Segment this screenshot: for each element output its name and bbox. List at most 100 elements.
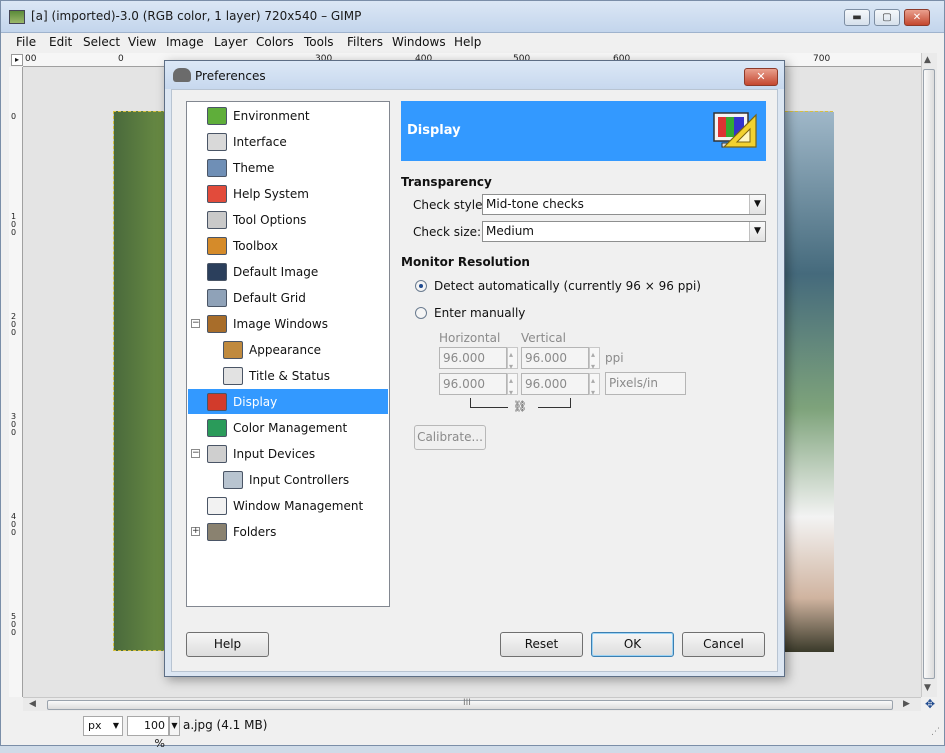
enter-manually-label[interactable]: Enter manually [434,306,525,320]
tree-item-interface[interactable]: Interface [188,129,388,154]
menu-image[interactable]: Image [166,35,204,49]
transparency-section-title: Transparency [401,175,492,189]
gimp-window-title: [a] (imported)-3.0 (RGB color, 1 layer) … [31,9,362,23]
scroll-left-icon[interactable]: ◀ [29,699,36,709]
resolution-unit-select[interactable]: Pixels/in [605,372,686,395]
tree-item-folders[interactable]: + Folders [188,519,388,544]
zoom-input[interactable]: 100 % [127,716,169,750]
vertical-resolution-input[interactable]: 96.000 [521,345,600,377]
title-status-icon [223,367,243,385]
help-button[interactable]: Help [186,632,269,657]
check-size-select[interactable]: Medium ▼ [482,221,766,242]
tree-item-input-devices[interactable]: − Input Devices [188,441,388,466]
preferences-close-button[interactable]: ✕ [744,68,778,86]
horizontal-resolution-stepper-2[interactable] [507,371,518,403]
collapse-icon[interactable]: − [191,319,200,328]
tree-item-label: Environment [233,109,310,123]
unit-select[interactable]: px ▼ [83,716,123,736]
tree-item-label: Help System [233,187,309,201]
chain-link-icon[interactable]: ⛓ [508,401,532,413]
expand-icon[interactable]: + [191,527,200,536]
scroll-up-icon[interactable]: ▲ [924,55,934,65]
tree-item-image-windows[interactable]: − Image Windows [188,311,388,336]
tree-item-label: Display [233,395,278,409]
content-header-title: Display [407,123,461,138]
scroll-grip: III [463,698,471,708]
resize-grip-icon[interactable]: ⋰ [931,727,941,737]
preferences-body: Environment Interface Theme Help System Tool… [171,89,778,672]
tree-item-default-grid[interactable]: Default Grid [188,285,388,310]
tree-item-default-image[interactable]: Default Image [188,259,388,284]
menu-tools[interactable]: Tools [304,35,334,49]
horizontal-resolution-input-2[interactable]: 96.000 [439,371,518,403]
tree-item-title-status[interactable]: Title & Status [188,363,388,388]
tree-item-display[interactable]: Display [188,389,388,414]
menu-windows[interactable]: Windows [392,35,446,49]
tree-item-help-system[interactable]: Help System [188,181,388,206]
scroll-right-icon[interactable]: ▶ [903,699,910,709]
chevron-down-icon: ▼ [112,721,119,730]
check-size-value: Medium [486,224,534,238]
vertical-label: Vertical [521,331,566,345]
help-system-icon [207,185,227,203]
detect-automatically-label[interactable]: Detect automatically (currently 96 × 96 … [434,279,701,293]
enter-manually-radio[interactable] [415,307,427,319]
preferences-category-tree[interactable]: Environment Interface Theme Help System Tool… [186,101,390,607]
preferences-dialog: Preferences ✕ Environment Interface Theme H… [164,60,785,677]
tree-item-input-controllers[interactable]: Input Controllers [188,467,388,492]
menu-view[interactable]: View [128,35,156,49]
tree-item-color-management[interactable]: Color Management [188,415,388,440]
vertical-scrollbar[interactable]: ▲ ▼ [921,53,937,697]
menu-colors[interactable]: Colors [256,35,294,49]
gimp-titlebar[interactable]: [a] (imported)-3.0 (RGB color, 1 layer) … [1,1,944,33]
tree-item-theme[interactable]: Theme [188,155,388,180]
vertical-resolution-stepper[interactable] [589,345,600,377]
menu-select[interactable]: Select [83,35,120,49]
cancel-button[interactable]: Cancel [682,632,765,657]
navigate-corner-icon[interactable]: ▸ [11,54,23,66]
vertical-scroll-thumb[interactable] [923,69,935,679]
tree-item-environment[interactable]: Environment [188,103,388,128]
vertical-resolution-input-2[interactable]: 96.000 [521,371,600,403]
tree-item-toolbox[interactable]: Toolbox [188,233,388,258]
menu-file[interactable]: File [16,35,36,49]
detect-automatically-radio[interactable] [415,280,427,292]
default-grid-icon [207,289,227,307]
ruler-vertical: 0 100 200 300 400 500 [9,67,23,697]
ppi-label: ppi [605,351,624,365]
menu-help[interactable]: Help [454,35,481,49]
input-controllers-icon [223,471,243,489]
calibrate-button[interactable]: Calibrate... [414,425,486,450]
check-style-select[interactable]: Mid-tone checks ▼ [482,194,766,215]
monitor-resolution-section-title: Monitor Resolution [401,255,530,269]
tree-item-label: Input Devices [233,447,316,461]
navigation-icon[interactable]: ✥ [923,697,937,711]
vertical-resolution-stepper-2[interactable] [589,371,600,403]
horizontal-resolution-input[interactable]: 96.000 [439,345,518,377]
collapse-icon[interactable]: − [191,449,200,458]
ruler-label: 100 [11,212,17,237]
horizontal-scroll-thumb[interactable]: III [47,698,893,710]
tree-item-appearance[interactable]: Appearance [188,337,388,362]
tree-item-label: Tool Options [233,213,307,227]
reset-button[interactable]: Reset [500,632,583,657]
close-button[interactable]: ✕ [904,9,930,26]
tree-item-tool-options[interactable]: Tool Options [188,207,388,232]
ok-button[interactable]: OK [591,632,674,657]
zoom-value: 100 % [144,719,165,750]
menu-layer[interactable]: Layer [214,35,247,49]
zoom-dropdown-button[interactable]: ▼ [169,716,180,736]
minimize-button[interactable]: ▬ [844,9,870,26]
horizontal-resolution-stepper[interactable] [507,345,518,377]
window-management-icon [207,497,227,515]
horizontal-scrollbar[interactable]: ◀ III ▶ [23,697,921,711]
folders-icon [207,523,227,541]
menu-filters[interactable]: Filters [347,35,383,49]
tree-item-window-management[interactable]: Window Management [188,493,388,518]
maximize-button[interactable]: ▢ [874,9,900,26]
preferences-title: Preferences [195,69,266,83]
preferences-titlebar[interactable]: Preferences ✕ [165,61,784,89]
scroll-down-icon[interactable]: ▼ [924,683,934,693]
environment-icon [207,107,227,125]
menu-edit[interactable]: Edit [49,35,72,49]
